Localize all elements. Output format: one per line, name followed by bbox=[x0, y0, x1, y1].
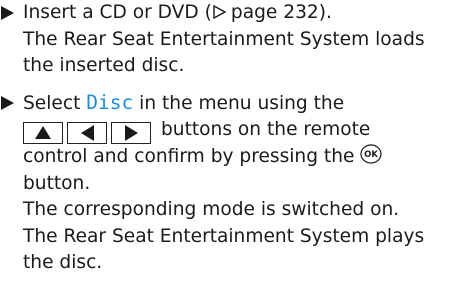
step-bullet-icon bbox=[1, 90, 21, 116]
step-line: The Rear Seat Entertainment System plays bbox=[23, 225, 425, 247]
step-bullet-icon bbox=[1, 0, 21, 26]
remote-left-button[interactable] bbox=[67, 121, 107, 144]
step-line: The corresponding mode is switched on. bbox=[23, 199, 400, 221]
instruction-step-insert-disc: Insert a CD or DVD ( page 232). The Rear … bbox=[0, 0, 461, 80]
ok-button-icon[interactable]: OK bbox=[360, 144, 383, 164]
arrow-left-icon bbox=[80, 124, 94, 141]
step-line: The Rear Seat Entertainment System loads bbox=[23, 28, 425, 50]
step-line: control and confirm by pressing the OK bbox=[23, 144, 461, 171]
step-line: button. bbox=[23, 172, 91, 194]
menu-item-disc: Disc bbox=[86, 90, 134, 114]
step-line: Insert a CD or DVD ( page 232). bbox=[23, 0, 461, 27]
step-text: Select bbox=[23, 92, 87, 114]
instruction-step-select-disc: Select Disc in the menu using the button… bbox=[0, 90, 461, 277]
remote-button-group bbox=[23, 121, 151, 144]
step-text: control and confirm by pressing the bbox=[23, 145, 355, 167]
step-text: buttons on the remote bbox=[161, 119, 371, 141]
step-line: the inserted disc. bbox=[23, 55, 185, 77]
step-line: Select Disc in the menu using the bbox=[23, 90, 461, 118]
step-line: the disc. bbox=[23, 252, 103, 274]
svg-text:OK: OK bbox=[365, 150, 379, 160]
step-text: in the menu using the bbox=[133, 92, 345, 114]
arrow-right-icon bbox=[124, 124, 138, 141]
page-reference-arrow-icon bbox=[212, 2, 231, 23]
step-text: Insert a CD or DVD ( bbox=[23, 2, 212, 23]
remote-up-button[interactable] bbox=[23, 121, 63, 144]
manual-page: Insert a CD or DVD ( page 232). The Rear … bbox=[0, 0, 461, 294]
remote-right-button[interactable] bbox=[111, 121, 151, 144]
arrow-up-icon bbox=[35, 126, 51, 140]
page-reference-link[interactable]: page 232). bbox=[231, 2, 332, 23]
step-line: buttons on the remote bbox=[23, 117, 461, 144]
